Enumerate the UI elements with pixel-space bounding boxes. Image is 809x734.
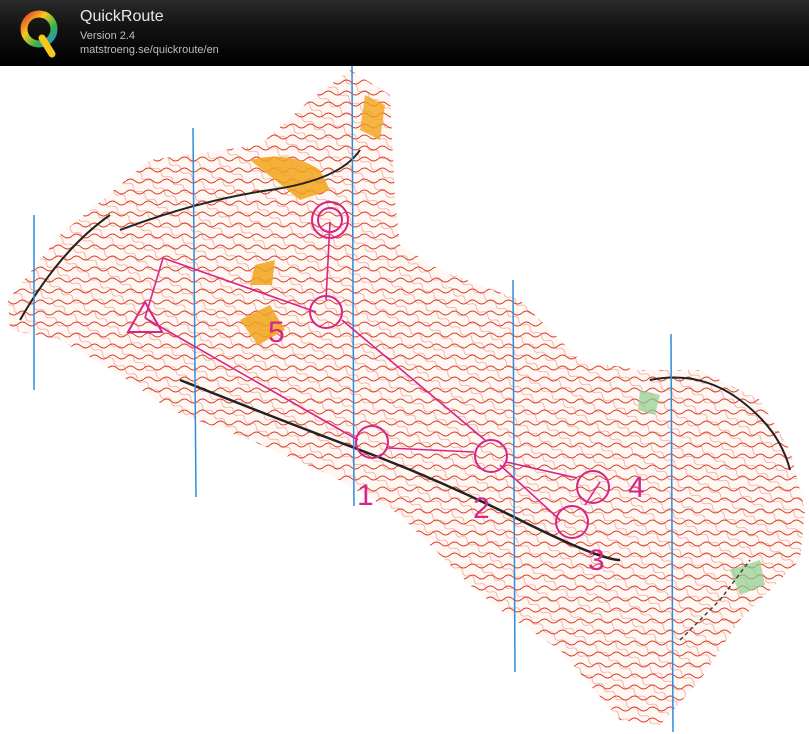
app-version: Version 2.4: [80, 30, 136, 42]
map-terrain: [0, 66, 809, 734]
quickroute-logo-icon: [20, 10, 58, 58]
orienteering-map: 1 2 3 4 5: [0, 66, 809, 734]
app-header: QuickRoute Version 2.4 matstroeng.se/qui…: [0, 0, 809, 66]
control-4-label: 4: [628, 471, 645, 504]
app-url[interactable]: matstroeng.se/quickroute/en: [80, 44, 219, 56]
control-5-label: 5: [268, 316, 285, 349]
control-2-label: 2: [473, 492, 490, 525]
control-3-label: 3: [588, 544, 605, 577]
app-title: QuickRoute: [80, 8, 164, 25]
control-1-label: 1: [357, 479, 374, 512]
